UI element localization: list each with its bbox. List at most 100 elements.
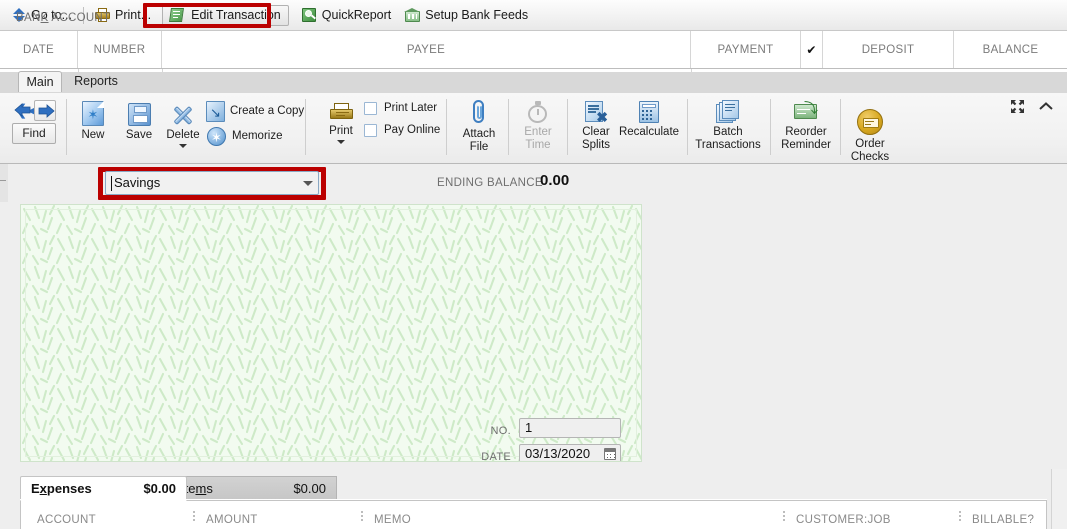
new-document-icon: ✶ [82, 101, 104, 126]
clear-splits-button[interactable]: ✖ Clear Splits [575, 101, 617, 151]
bank-feeds-icon [404, 8, 421, 22]
recalculate-label: Recalculate [618, 126, 680, 138]
check-no-field[interactable]: 1 [519, 418, 621, 438]
grid-column-customer-job[interactable]: CUSTOMER:JOB [796, 514, 891, 526]
reorder-reminder-icon: ⤵ [794, 101, 818, 123]
print-label: Print... [115, 8, 152, 22]
column-header-payment[interactable]: PAYMENT [691, 31, 801, 68]
grid-column-account[interactable]: ACCOUNT [37, 514, 96, 526]
check-no-label: NO. [490, 425, 511, 437]
batch-transactions-button[interactable]: Batch Transactions [692, 100, 764, 151]
column-divider[interactable] [959, 511, 961, 522]
column-header-payee[interactable]: PAYEE [162, 31, 691, 68]
copy-icon: ↘ [206, 101, 225, 122]
vertical-scrollbar[interactable] [1051, 469, 1067, 529]
order-checks-icon [857, 109, 883, 135]
pay-online-label: Pay Online [384, 124, 441, 137]
find-button[interactable]: Find [12, 123, 56, 144]
ending-balance-value: 0.00 [540, 172, 570, 189]
quickreport-button[interactable]: QuickReport [295, 4, 398, 26]
edit-transaction-icon [169, 8, 186, 22]
back-button[interactable]: ❮◀ [12, 100, 39, 121]
batch-transactions-icon [716, 100, 740, 123]
grid-column-billable[interactable]: BILLABLE? [972, 514, 1034, 526]
bank-account-label-pre: BAN [16, 12, 41, 24]
rail-tick [0, 180, 6, 181]
clear-splits-label-line2: Splits [581, 138, 611, 151]
new-label: New [81, 129, 105, 141]
grid-column-amount[interactable]: AMOUNT [206, 514, 258, 526]
memorize-label: Memorize [232, 130, 283, 143]
register-column-header: DATE NUMBER PAYEE PAYMENT ✔ DEPOSIT BALA… [0, 31, 1067, 69]
memorize-button[interactable]: ✶ Memorize [207, 127, 282, 146]
bank-account-value: Savings [114, 175, 161, 190]
memorize-icon: ✶ [207, 127, 226, 146]
bank-account-accelerator: K [40, 12, 49, 24]
create-a-copy-label: Create a Copy [230, 105, 305, 118]
delete-label: Delete [166, 129, 200, 141]
column-header-date[interactable]: DATE [0, 31, 78, 68]
new-button[interactable]: ✶ New [74, 101, 112, 142]
column-divider[interactable] [193, 511, 195, 522]
grid-column-memo[interactable]: MEMO [374, 514, 411, 526]
check-date-label: DATE [481, 451, 511, 462]
checkbox-icon[interactable] [364, 124, 377, 137]
tab-expenses[interactable]: Expenses $0.00 [20, 476, 187, 501]
expense-grid-header: ACCOUNT AMOUNT MEMO CUSTOMER:JOB BILLABL… [20, 500, 1047, 529]
print-ribbon-button[interactable]: Print [322, 103, 360, 144]
column-divider[interactable] [783, 511, 785, 522]
maximize-icon[interactable] [1010, 99, 1025, 114]
order-checks-label-line2: Checks [850, 150, 890, 163]
pay-online-checkbox[interactable]: Pay Online [364, 124, 440, 137]
print-ribbon-label: Print [329, 125, 353, 137]
top-toolbar: Go to... Print... Edit Transaction Quick… [0, 0, 1067, 31]
order-checks-label-line1: Order [855, 138, 885, 150]
checkbox-icon[interactable] [364, 102, 377, 115]
setup-bank-feeds-button[interactable]: Setup Bank Feeds [398, 4, 535, 26]
enter-time-label-line1: Enter [524, 126, 552, 138]
tab-expenses-label: Expenses [31, 481, 92, 496]
chevron-down-icon[interactable] [303, 181, 313, 186]
column-header-deposit[interactable]: DEPOSIT [823, 31, 954, 68]
text-cursor [111, 176, 112, 191]
reorder-label-line1: Reorder [785, 126, 827, 138]
tab-items-amount: $0.00 [293, 481, 326, 496]
delete-dropdown-caret-icon[interactable] [179, 143, 187, 148]
forward-button[interactable] [34, 100, 56, 121]
save-button[interactable]: Save [120, 103, 158, 142]
column-header-number[interactable]: NUMBER [78, 31, 162, 68]
reorder-label-line2: Reminder [781, 138, 831, 151]
bank-account-select[interactable]: Savings [105, 171, 319, 195]
tab-expenses-amount: $0.00 [143, 481, 176, 496]
create-a-copy-button[interactable]: ↘ Create a Copy [206, 101, 304, 122]
tab-items[interactable]: Items $0.00 [170, 476, 337, 501]
printer-icon [329, 103, 353, 122]
calendar-icon[interactable] [604, 448, 616, 460]
order-checks-button[interactable]: Order Checks [847, 109, 893, 163]
tab-reports[interactable]: Reports [66, 71, 126, 92]
ribbon-body: ❮◀ Find ✶ New Save [0, 93, 1067, 164]
bank-account-label-post: ACCOUNT [48, 12, 111, 24]
reorder-reminder-button[interactable]: ⤵ Reorder Reminder [778, 101, 834, 151]
quickreport-label: QuickReport [321, 8, 392, 22]
batch-label-line1: Batch [713, 126, 743, 138]
column-header-cleared[interactable]: ✔ [801, 31, 823, 68]
attach-file-button[interactable]: Attach File [459, 100, 499, 153]
save-label: Save [125, 129, 153, 141]
tab-main[interactable]: Main [18, 71, 62, 92]
print-later-checkbox[interactable]: Print Later [364, 102, 437, 115]
quickreport-icon [301, 8, 317, 22]
print-later-label: Print Later [384, 102, 438, 115]
delete-button[interactable]: Delete [160, 103, 206, 148]
edit-transaction-button[interactable]: Edit Transaction [162, 4, 289, 26]
column-header-balance[interactable]: BALANCE [954, 31, 1067, 68]
collapse-ribbon-icon[interactable] [1039, 100, 1053, 113]
ribbon-tabstrip [0, 72, 1067, 94]
batch-label-line2: Transactions [695, 138, 761, 151]
enter-time-button: Enter Time [518, 101, 558, 151]
column-divider[interactable] [361, 511, 363, 522]
recalculate-button[interactable]: Recalculate [618, 101, 680, 139]
tab-underlap [20, 499, 1047, 500]
setup-bank-feeds-label: Setup Bank Feeds [425, 8, 529, 22]
print-dropdown-caret-icon[interactable] [337, 139, 345, 144]
